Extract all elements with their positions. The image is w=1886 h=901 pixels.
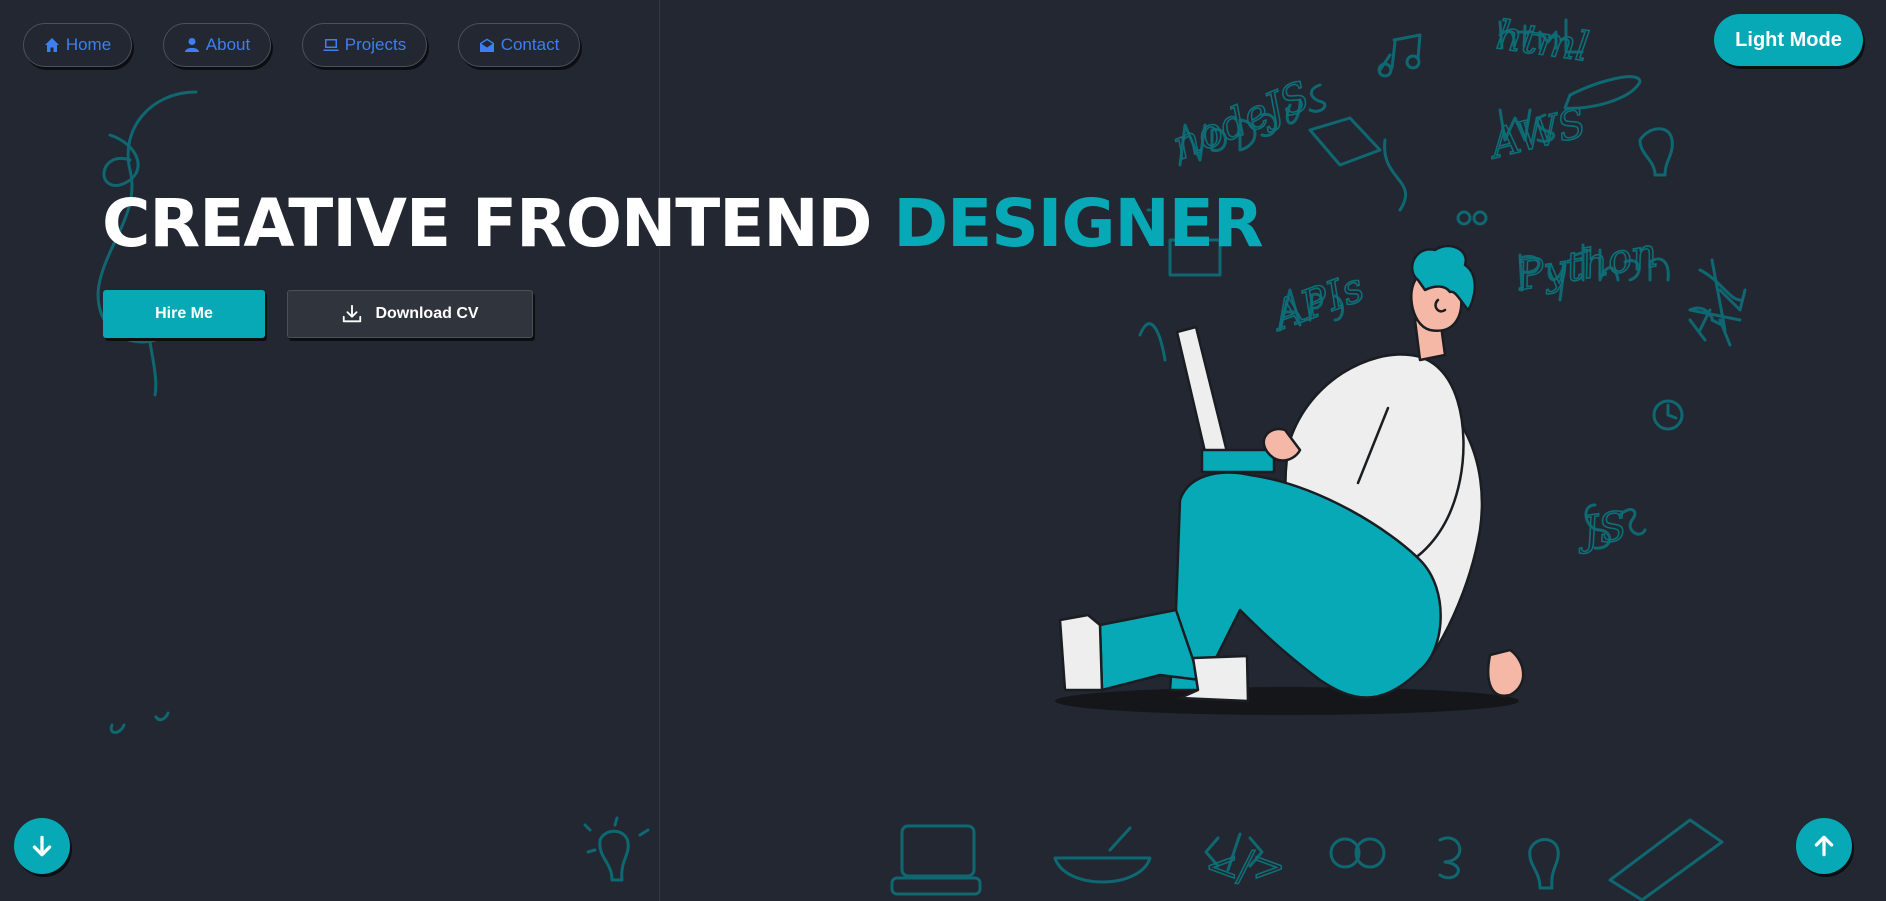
download-cv-button[interactable]: Download CV (287, 290, 533, 338)
hire-me-button[interactable]: Hire Me (103, 290, 265, 338)
nav-projects-label: Projects (344, 35, 407, 54)
doodle-word: AWS (1482, 100, 1590, 169)
hero-title-main: CREATIVE FRONTEND (102, 185, 894, 262)
background-doodles: htmlnodeJS AWSAPIs PythonJS</> (96, 12, 1747, 901)
user-icon (184, 38, 199, 52)
nav-about-label: About (205, 35, 251, 54)
doodle-word: nodeJS (1167, 73, 1316, 169)
envelope-open-icon (479, 38, 494, 52)
arrow-up-icon (1814, 835, 1834, 857)
scroll-up-button[interactable] (1796, 818, 1852, 874)
light-mode-toggle[interactable]: Light Mode (1714, 14, 1863, 66)
developer-illustration (1055, 244, 1525, 715)
nav-contact-link[interactable]: Contact (458, 23, 580, 67)
nav-home-link[interactable]: Home (23, 23, 132, 67)
doodle-word: </> (1205, 844, 1286, 890)
scroll-down-button[interactable] (14, 818, 70, 874)
home-icon (44, 38, 59, 52)
nav-home-label: Home (65, 35, 112, 54)
download-cv-label: Download CV (375, 305, 479, 322)
vertical-divider (659, 0, 660, 901)
nav-about-link[interactable]: About (163, 23, 271, 67)
arrow-down-icon (32, 835, 52, 857)
laptop-icon (323, 39, 339, 51)
nav-contact-label: Contact (500, 35, 560, 54)
nav-projects-link[interactable]: Projects (302, 23, 427, 67)
doodle-word: html (1494, 12, 1592, 70)
download-icon (343, 304, 362, 323)
